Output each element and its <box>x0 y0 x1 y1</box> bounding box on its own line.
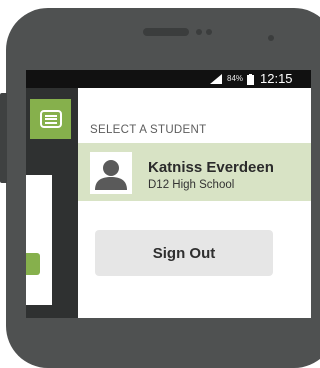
student-school: D12 High School <box>148 179 235 191</box>
battery-percent: 84% <box>227 74 244 83</box>
battery-icon <box>247 74 254 85</box>
sign-out-button[interactable]: Sign Out <box>95 230 273 276</box>
menu-icon <box>39 110 62 128</box>
background-content-card <box>26 175 52 305</box>
device-side-button <box>0 93 7 183</box>
background-app-panel <box>26 88 78 318</box>
menu-button[interactable] <box>30 99 71 139</box>
status-time: 12:15 <box>260 71 293 86</box>
speaker-grille <box>143 28 189 36</box>
avatar <box>90 152 132 194</box>
device-screen: 84% 12:15 SELECT A STUDENT Katniss Everd… <box>26 70 311 318</box>
signal-icon <box>210 74 222 84</box>
sensor-dot <box>196 29 202 35</box>
student-name: Katniss Everdeen <box>148 159 274 176</box>
sensor-dot <box>206 29 212 35</box>
student-list-item[interactable]: Katniss Everdeen D12 High School <box>78 143 311 201</box>
status-bar: 84% 12:15 <box>26 70 311 88</box>
background-green-button[interactable] <box>26 253 40 275</box>
navigation-drawer: SELECT A STUDENT Katniss Everdeen D12 Hi… <box>78 88 311 318</box>
camera-dot <box>268 35 274 41</box>
avatar-placeholder-icon <box>95 160 127 190</box>
section-label: SELECT A STUDENT <box>90 124 207 136</box>
